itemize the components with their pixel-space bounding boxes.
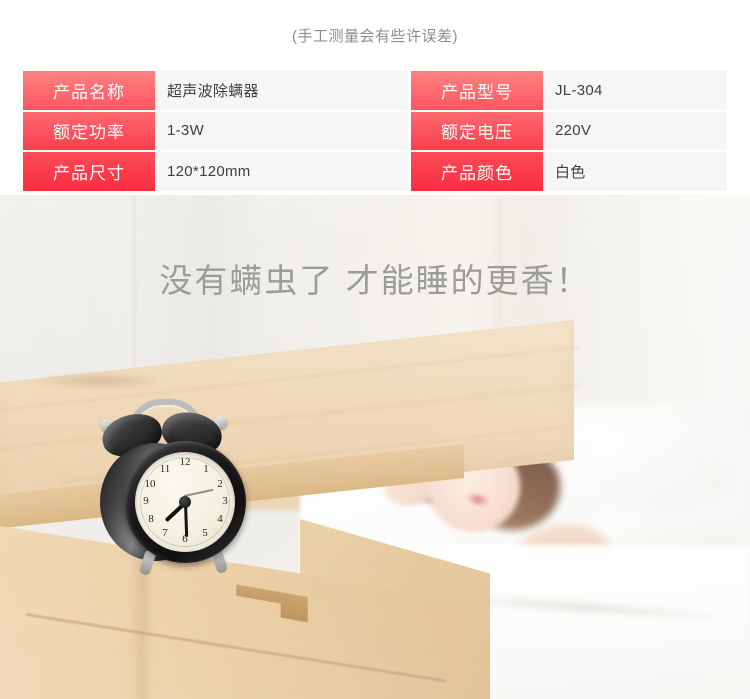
clock-numeral-2: 2	[217, 478, 223, 490]
clock-center-pin	[179, 496, 191, 508]
spec-value-rated-power: 1-3W	[155, 111, 408, 150]
spec-label-product-name: 产品名称	[23, 71, 155, 110]
measurement-note: (手工测量会有些许误差)	[292, 28, 458, 45]
spec-table: 产品名称 超声波除螨器 产品型号 JL-304 额定功率 1-3W 额定电压 2…	[23, 71, 727, 192]
clock-numeral-5: 5	[202, 527, 208, 539]
spec-label-product-size: 产品尺寸	[23, 152, 155, 191]
spec-value-rated-voltage: 220V	[543, 111, 727, 150]
clock-numeral-3: 3	[222, 495, 228, 507]
spec-section: (手工测量会有些许误差) 产品名称 超声波除螨器 产品型号 JL-304 额定功…	[0, 0, 750, 195]
spec-label-product-model: 产品型号	[411, 71, 543, 110]
spec-label-rated-voltage: 额定电压	[411, 111, 543, 150]
spec-table-row: 产品名称 超声波除螨器 产品型号 JL-304	[23, 71, 727, 110]
alarm-clock-icon: 12 1 2 3 4 5 6 7 8 9 10 11	[86, 391, 256, 577]
spec-value-product-name: 超声波除螨器	[155, 71, 408, 110]
clock-shadow	[30, 373, 170, 389]
clock-numeral-8: 8	[148, 513, 154, 525]
lifestyle-photo: 12 1 2 3 4 5 6 7 8 9 10 11 没有螨虫了 才能睡的更香！	[0, 195, 750, 699]
clock-numeral-11: 11	[159, 463, 171, 475]
clock-numeral-12: 12	[179, 456, 191, 468]
spec-value-product-model: JL-304	[543, 71, 727, 110]
spec-label-rated-power: 额定功率	[23, 111, 155, 150]
spec-value-product-size: 120*120mm	[155, 152, 408, 191]
clock-numeral-9: 9	[143, 495, 149, 507]
spec-table-row: 额定功率 1-3W 额定电压 220V	[23, 111, 727, 150]
clock-numeral-4: 4	[217, 513, 223, 525]
clock-numeral-10: 10	[144, 478, 156, 490]
clock-numeral-7: 7	[162, 527, 168, 539]
spec-value-product-color: 白色	[543, 152, 727, 191]
spec-table-row: 产品尺寸 120*120mm 产品颜色 白色	[23, 152, 727, 191]
photo-headline: 没有螨虫了 才能睡的更香！	[159, 262, 591, 299]
product-detail-page: (手工测量会有些许误差) 产品名称 超声波除螨器 产品型号 JL-304 额定功…	[0, 0, 750, 699]
spec-label-product-color: 产品颜色	[411, 152, 543, 191]
clock-numeral-1: 1	[203, 463, 209, 475]
